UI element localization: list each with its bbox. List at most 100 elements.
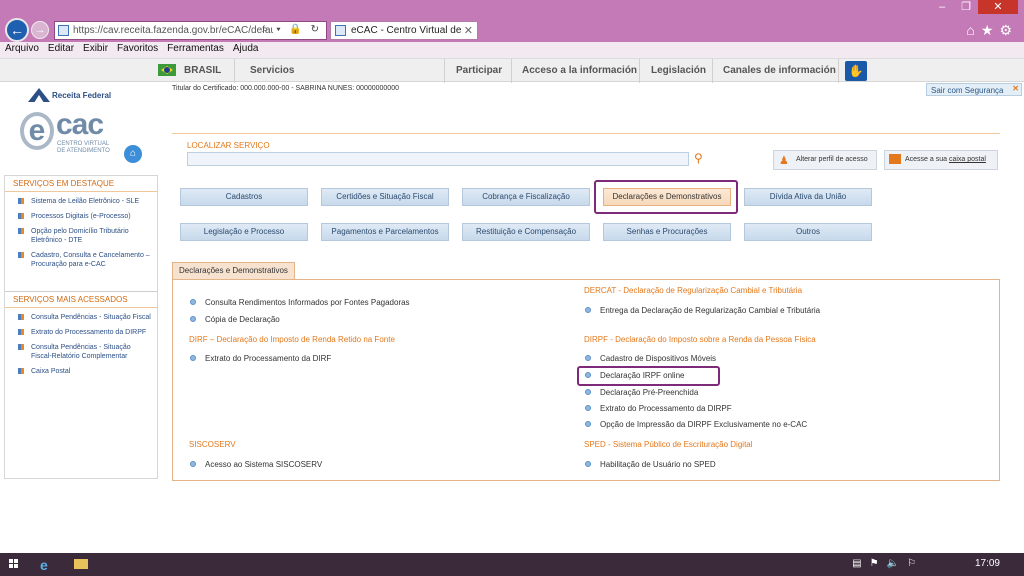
govbar-acceso[interactable]: Acceso a la información [522, 65, 637, 76]
category-divida-ativa[interactable]: Dívida Ativa da União [744, 188, 872, 206]
browser-tab[interactable]: eCAC - Centro Virtual de At... ✕ [330, 21, 478, 40]
close-window-button[interactable]: ✕ [978, 0, 1018, 14]
bullet-icon [190, 461, 196, 467]
logout-button[interactable]: Sair com Segurança ✕ [926, 83, 1022, 96]
menu-favoritos[interactable]: Favoritos [112, 42, 162, 54]
menu-exibir[interactable]: Exibir [78, 42, 112, 54]
mailbox-link[interactable]: caixa postal [949, 156, 986, 163]
link-opcao-impressao[interactable]: Opção de Impressão da DIRPF Exclusivamen… [584, 420, 807, 429]
menu-editar[interactable]: Editar [43, 42, 78, 54]
category-certidoes[interactable]: Certidões e Situação Fiscal [321, 188, 449, 206]
sidebar-item-dte[interactable]: Opção pelo Domicílio Tributário Eletrôni… [5, 227, 157, 245]
category-legislacao[interactable]: Legislação e Processo [180, 223, 308, 241]
irpf-online-highlight [577, 366, 720, 386]
clock[interactable]: 17:09 [975, 558, 1000, 569]
sidebar-item-situacao-fiscal[interactable]: Consulta Pendências - Situação Fiscal [5, 313, 157, 322]
action-center-icon[interactable]: ⚐ [907, 558, 924, 569]
sidebar-item-label: Consulta Pendências - Situação Fiscal-Re… [31, 344, 131, 360]
divider [838, 59, 839, 83]
volume-icon[interactable]: 🔈 [887, 558, 907, 569]
category-cobranca[interactable]: Cobrança e Fiscalização [462, 188, 590, 206]
sidebar-item-label: Caixa Postal [31, 368, 71, 375]
search-icon[interactable]: ⚲ [694, 151, 703, 165]
users-icon: ♟ [779, 155, 789, 167]
section-title-dirpf: DIRPF - Declaração do Imposto sobre a Re… [584, 335, 816, 344]
sidebar-item-caixa-postal[interactable]: Caixa Postal [5, 367, 157, 376]
link-cadastro-dispositivos[interactable]: Cadastro de Dispositivos Móveis [584, 354, 716, 363]
menu-arquivo[interactable]: Arquivo [0, 42, 43, 54]
bullet-icon [18, 213, 24, 219]
gov-bar: BRASIL Servicios Participar Acceso a la … [0, 58, 1024, 83]
sidebar-item-label: Consulta Pendências - Situação Fiscal [31, 314, 151, 321]
change-profile-button[interactable]: ♟ Alterar perfil de acesso [773, 150, 877, 170]
servicios-link[interactable]: Servicios [250, 65, 294, 76]
link-copia-declaracao[interactable]: Cópia de Declaração [189, 315, 280, 324]
sidebar-item-sle[interactable]: Sistema de Leilão Eletrônico - SLE [5, 197, 157, 206]
brasil-link[interactable]: BRASIL [184, 65, 221, 76]
minimize-button[interactable]: – [930, 0, 954, 14]
content-tab[interactable]: Declarações e Demonstrativos [172, 262, 295, 279]
category-senhas[interactable]: Senhas e Procurações [603, 223, 731, 241]
link-label: Declaração Pré-Preenchida [600, 388, 699, 397]
search-input[interactable] [187, 152, 689, 166]
category-restituicao[interactable]: Restituição e Compensação [462, 223, 590, 241]
tab-title: eCAC - Centro Virtual de At... [351, 25, 463, 36]
link-label: Entrega da Declaração de Regularização C… [600, 306, 821, 315]
link-extrato-dirpf[interactable]: Extrato do Processamento da DIRPF [584, 404, 732, 413]
bullet-icon [18, 344, 24, 350]
windows-start-icon[interactable] [9, 559, 19, 569]
category-outros[interactable]: Outros [744, 223, 872, 241]
accessibility-icon[interactable]: ✋ [845, 61, 867, 81]
back-button[interactable]: ← [5, 18, 29, 42]
file-explorer-icon[interactable] [74, 559, 88, 569]
sidebar-item-procuracao[interactable]: Cadastro, Consulta e Cancelamento – Proc… [5, 251, 157, 269]
bullet-icon [585, 307, 591, 313]
internet-explorer-icon[interactable]: e [40, 557, 48, 573]
divider [234, 59, 235, 83]
close-icon[interactable]: ✕ [1012, 84, 1019, 93]
bullet-icon [18, 252, 24, 258]
link-label: Acesso ao Sistema SISCOSERV [205, 460, 323, 469]
maximize-button[interactable]: ❐ [954, 0, 978, 14]
gear-icon[interactable]: ⚙ [999, 22, 1018, 38]
category-cadastros[interactable]: Cadastros [180, 188, 308, 206]
most-accessed-title: SERVIÇOS MAIS ACESSADOS [5, 292, 157, 308]
link-habilitacao-sped[interactable]: Habilitação de Usuário no SPED [584, 460, 716, 469]
govbar-canales[interactable]: Canales de información [723, 65, 836, 76]
mailbox-button[interactable]: Acesse a sua caixa postal [884, 150, 998, 170]
forward-button[interactable]: → [31, 21, 49, 39]
link-siscoserv[interactable]: Acesso ao Sistema SISCOSERV [189, 460, 322, 469]
govbar-legislacion[interactable]: Legislación [651, 65, 706, 76]
flag-icon[interactable]: ⚑ [870, 558, 887, 569]
link-entrega-dercat[interactable]: Entrega da Declaração de Regularização C… [584, 306, 820, 315]
link-label: Extrato do Processamento da DIRPF [600, 404, 732, 413]
address-url[interactable]: https://cav.receita.fazenda.gov.br/eCAC/… [73, 25, 273, 36]
link-label: Cadastro de Dispositivos Móveis [600, 354, 717, 363]
most-accessed-list: Consulta Pendências - Situação Fiscal Ex… [5, 308, 157, 386]
bullet-icon [190, 316, 196, 322]
bullet-icon [585, 389, 591, 395]
link-extrato-dirf[interactable]: Extrato do Processamento da DIRF [189, 354, 331, 363]
link-consulta-rendimentos[interactable]: Consulta Rendimentos Informados por Font… [189, 298, 410, 307]
category-pagamentos[interactable]: Pagamentos e Parcelamentos [321, 223, 449, 241]
menu-ferramentas[interactable]: Ferramentas [162, 42, 228, 54]
tab-close-icon[interactable]: ✕ [464, 24, 473, 37]
home-icon[interactable]: ⌂ [966, 22, 980, 38]
receita-federal-mark-icon [28, 88, 50, 102]
star-icon[interactable]: ★ [981, 22, 1000, 38]
address-bar-icons[interactable]: ⌕ ▾ 🔒 ↻ [262, 24, 322, 35]
network-icon[interactable]: ▤ [852, 558, 869, 569]
change-profile-label: Alterar perfil de acesso [796, 156, 868, 163]
menu-ajuda[interactable]: Ajuda [228, 42, 263, 54]
link-pre-preenchida[interactable]: Declaração Pré-Preenchida [584, 388, 698, 397]
tab-favicon-icon [335, 25, 346, 36]
sidebar-item-e-processo[interactable]: Processos Digitais (e-Processo) [5, 212, 157, 221]
window-controls: – ❐ ✕ [930, 0, 1018, 14]
sidebar-item-relatorio-complementar[interactable]: Consulta Pendências - Situação Fiscal-Re… [5, 343, 157, 361]
bullet-icon [190, 355, 196, 361]
sidebar-item-extrato-dirpf[interactable]: Extrato do Processamento da DIRPF [5, 328, 157, 337]
address-bar[interactable]: https://cav.receita.fazenda.gov.br/eCAC/… [54, 21, 327, 40]
home-icon[interactable]: ⌂ [124, 145, 142, 163]
link-label: Habilitação de Usuário no SPED [600, 460, 716, 469]
govbar-participar[interactable]: Participar [456, 65, 502, 76]
